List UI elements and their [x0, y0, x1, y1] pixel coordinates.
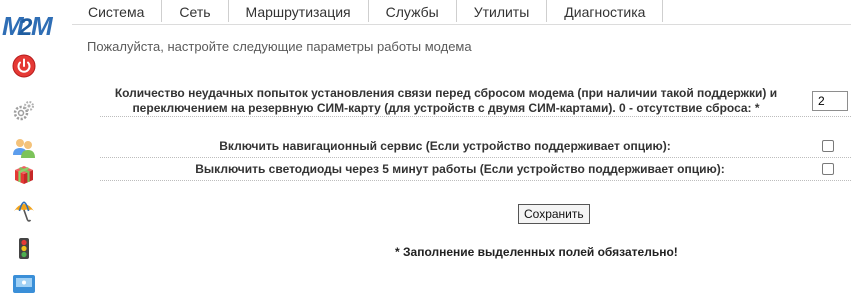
row-divider [100, 180, 851, 181]
tab-services[interactable]: Службы [369, 0, 457, 22]
leds-off-checkbox[interactable] [822, 163, 834, 175]
m2m-logo: M 2 M [2, 11, 58, 41]
retry-count-label: Количество неудачных попыток установлени… [90, 86, 802, 116]
tab-routing[interactable]: Маршрутизация [229, 0, 369, 22]
traffic-light-icon[interactable] [12, 237, 36, 261]
m2m-logo-graphic: M 2 M [2, 11, 57, 41]
top-menu: Система Сеть Маршрутизация Службы Утилит… [72, 0, 664, 22]
power-icon[interactable] [12, 54, 36, 78]
row-divider [100, 157, 851, 158]
retry-count-input[interactable] [812, 91, 848, 111]
users-icon[interactable] [12, 136, 36, 160]
nav-service-label: Включить навигационный сервис (Если устр… [219, 139, 671, 153]
leds-off-label: Выключить светодиоды через 5 минут работ… [195, 162, 725, 176]
retry-count-label-line1: Количество неудачных попыток установлени… [114, 86, 778, 100]
tab-network[interactable]: Сеть [162, 0, 229, 22]
umbrella-icon[interactable] [12, 199, 36, 223]
required-fields-note: * Заполнение выделенных полей обязательн… [395, 245, 678, 259]
save-button[interactable]: Сохранить [518, 204, 590, 224]
tab-utilities[interactable]: Утилиты [457, 0, 548, 22]
logo-letter-m2: M [31, 14, 54, 38]
page-subtitle: Пожалуйста, настройте следующие параметр… [87, 39, 472, 54]
gift-icon[interactable] [12, 162, 36, 186]
tab-diagnostics[interactable]: Диагностика [547, 0, 664, 22]
retry-count-label-line2: переключением на резервную СИМ-карту (дл… [132, 101, 760, 115]
network-icon[interactable] [12, 272, 36, 296]
menu-divider [72, 24, 851, 25]
row-divider [100, 116, 851, 117]
tab-system[interactable]: Система [72, 0, 163, 22]
gear-icon[interactable] [12, 99, 36, 123]
nav-service-checkbox[interactable] [822, 140, 834, 152]
